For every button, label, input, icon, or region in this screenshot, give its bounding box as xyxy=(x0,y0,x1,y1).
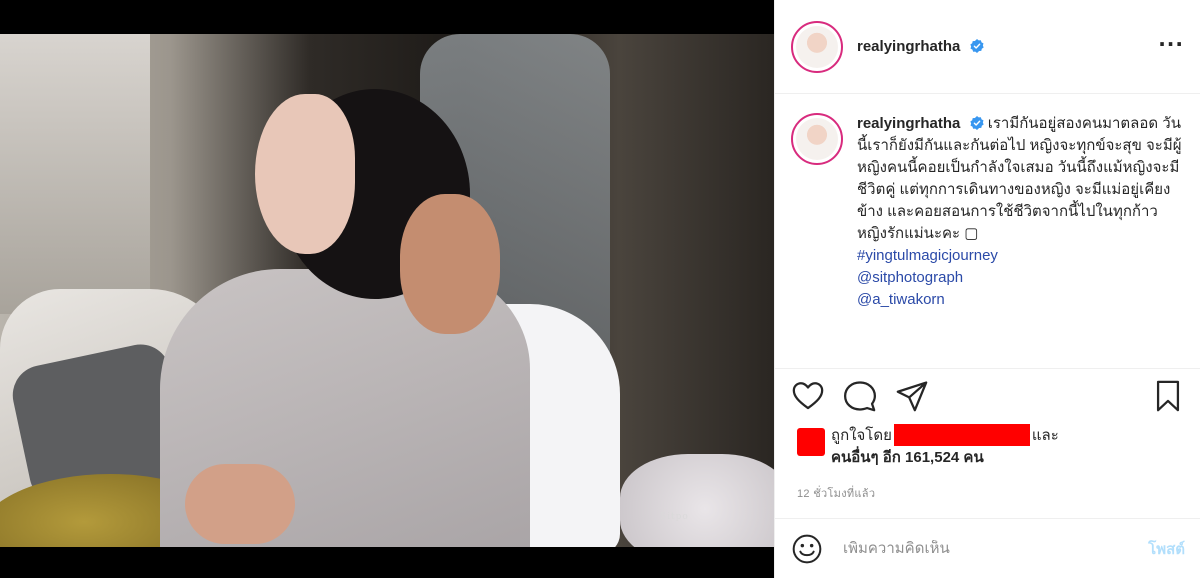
caption-username[interactable]: realyingrhatha xyxy=(857,115,960,132)
heart-icon[interactable] xyxy=(791,379,825,413)
caption-avatar[interactable] xyxy=(791,113,843,165)
post-media[interactable]: Sitpo xyxy=(0,0,774,578)
photo-watermark: Sitpo xyxy=(660,512,689,522)
caption-body: realyingrhatha เรามีกันอยู่สองคนมาตลอด ว… xyxy=(857,113,1185,311)
photo-fluffy-pillow xyxy=(620,454,774,547)
ellipsis-icon[interactable]: ··· xyxy=(1158,34,1184,54)
photo-face xyxy=(255,94,355,254)
comment-bar: โพสต์ xyxy=(775,518,1200,578)
caption-area: realyingrhatha เรามีกันอยู่สองคนมาตลอด ว… xyxy=(775,95,1200,367)
likes-count-link[interactable]: คนอื่นๆ อีก 161,524 คน xyxy=(831,449,984,466)
caption-hashtag[interactable]: #yingtulmagicjourney xyxy=(857,245,1185,267)
post-username[interactable]: realyingrhatha xyxy=(857,38,984,55)
caption-mention-tiwakorn[interactable]: @a_tiwakorn xyxy=(857,289,1185,311)
bookmark-icon[interactable] xyxy=(1151,379,1185,413)
post-side-panel: realyingrhatha ··· realyingrhatha เรามีก… xyxy=(774,0,1200,578)
caption-mention-sitphotograph[interactable]: @sitphotograph xyxy=(857,267,1185,289)
paper-plane-icon[interactable] xyxy=(895,379,929,413)
photo-arms xyxy=(185,464,295,544)
post-timestamp[interactable]: 12 ชั่วโมงที่แล้ว xyxy=(797,484,875,502)
post-photo[interactable]: Sitpo xyxy=(0,34,774,547)
comment-icon[interactable] xyxy=(843,379,877,413)
likes-summary: ถูกใจโดย และ คนอื่นๆ อีก 161,524 คน xyxy=(797,424,1187,469)
comment-input[interactable] xyxy=(843,540,1113,557)
caption-text: เรามีกันอยู่สองคนมาตลอด วันนี้เราก็ยังมี… xyxy=(857,115,1182,242)
liker-name-redacted xyxy=(893,424,1030,446)
post-header: realyingrhatha ··· xyxy=(775,0,1200,94)
likes-text: ถูกใจโดย และ คนอื่นๆ อีก 161,524 คน xyxy=(831,424,1059,469)
verified-badge-icon xyxy=(969,116,984,130)
photo-background-wall xyxy=(0,34,150,314)
liker-avatar-redacted xyxy=(797,428,825,456)
post-actions xyxy=(791,376,1185,416)
profile-avatar[interactable] xyxy=(791,20,843,73)
verified-badge-icon xyxy=(969,39,984,53)
photo-face-mother xyxy=(400,194,500,334)
post-comment-button[interactable]: โพสต์ xyxy=(1148,537,1185,561)
smiley-icon[interactable] xyxy=(791,533,823,565)
actions-divider xyxy=(775,368,1200,369)
